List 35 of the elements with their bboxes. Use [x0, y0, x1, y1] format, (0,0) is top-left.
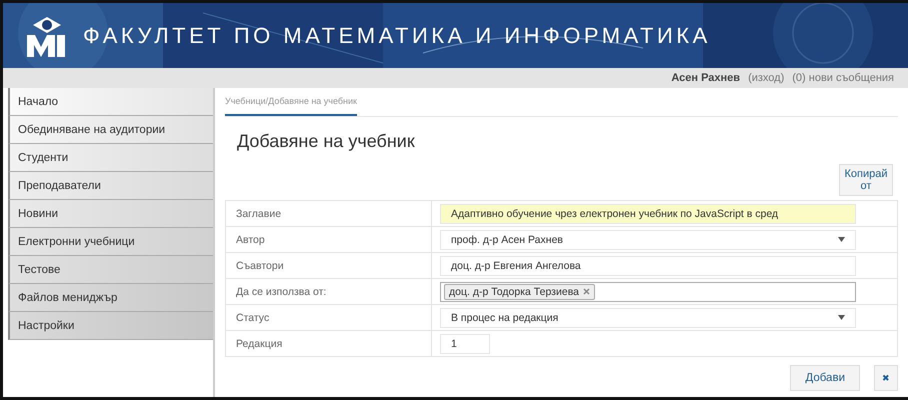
cancel-button[interactable]: ✖ — [874, 365, 898, 391]
select-value: проф. д-р Асен Рахнев — [451, 234, 563, 246]
header-title: ФАКУЛТЕТ ПО МАТЕМАТИКА И ИНФОРМАТИКА — [83, 22, 711, 48]
sidebar-item[interactable]: Новини — [8, 200, 213, 228]
sidebar-item[interactable]: Тестове — [8, 256, 213, 284]
sidebar-item[interactable]: Настройки — [8, 312, 213, 340]
sidebar-item[interactable]: Преподаватели — [8, 172, 213, 200]
sidebar-item[interactable]: Електронни учебници — [8, 228, 213, 256]
remove-icon[interactable] — [583, 288, 590, 295]
field-label: Статус — [226, 304, 432, 330]
field-label: Да се използва от: — [226, 278, 432, 304]
tag-label: доц. д-р Тодорка Терзиева — [449, 286, 579, 298]
page-title: Добавяне на учебник — [237, 131, 416, 152]
sidebar-item[interactable]: Обединяване на аудитории — [8, 116, 213, 144]
field-label: Заглавие — [226, 200, 432, 226]
text-field[interactable]: Адаптивно обучение чрез електронен учебник по JavaScript в сред — [440, 204, 856, 224]
select-field[interactable]: В процес на редакция — [440, 308, 856, 328]
caret-icon — [838, 315, 845, 320]
messages-link[interactable]: (0) нови съобщения — [792, 72, 894, 84]
field-label: Редакция — [226, 330, 432, 356]
select-field[interactable]: проф. д-р Асен Рахнев — [440, 230, 856, 250]
field-label: Съавтори — [226, 252, 432, 278]
logout-link[interactable]: (изход) — [748, 72, 784, 84]
copy-button[interactable]: Копирай от — [839, 164, 893, 196]
sidebar-item[interactable]: Студенти — [8, 144, 213, 172]
add-button[interactable]: Добави — [790, 365, 860, 391]
text-field[interactable]: доц. д-р Евгения Ангелова — [440, 256, 856, 276]
tags-field[interactable]: доц. д-р Тодорка Терзиева — [440, 282, 856, 302]
select-value: В процес на редакция — [451, 312, 558, 324]
field-label: Автор — [226, 226, 432, 252]
number-field[interactable]: 1 — [440, 334, 490, 354]
user-name: Асен Рахнев — [671, 72, 740, 84]
caret-icon — [838, 237, 845, 242]
sidebar-item[interactable]: Файлов мениджър — [8, 284, 213, 312]
sidebar-item[interactable]: Начало — [8, 88, 213, 116]
